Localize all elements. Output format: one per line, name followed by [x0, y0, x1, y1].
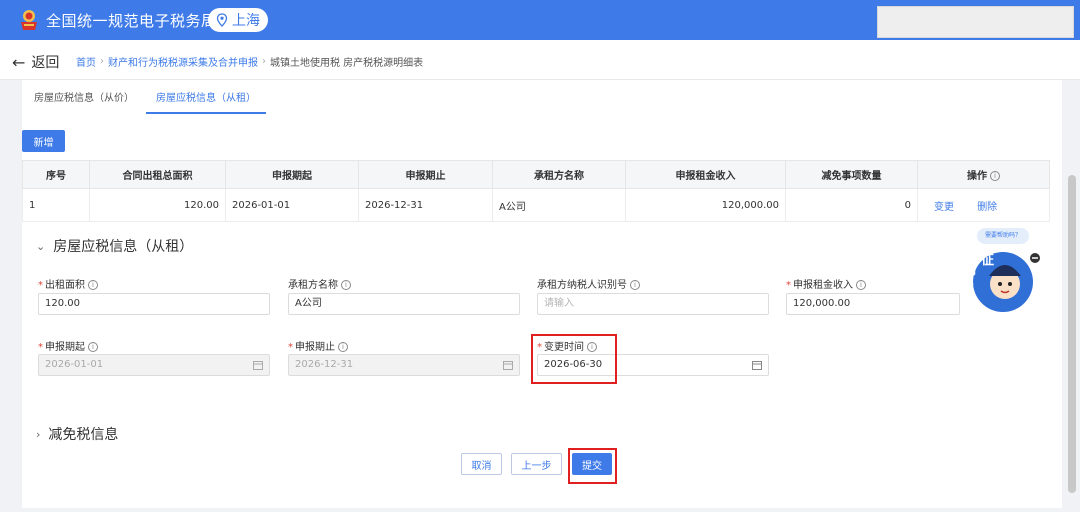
chevron-right-icon: › — [36, 427, 41, 441]
lessee-tax-id-label-text: 承租方纳税人识别号 — [537, 280, 627, 291]
cell-end: 2026-12-31 — [358, 188, 493, 222]
col-end: 申报期止 — [358, 160, 493, 189]
table-row: 1 120.00 2026-01-01 2026-12-31 A公司 120,0… — [22, 188, 1050, 222]
highlight-change-time — [531, 334, 617, 384]
period-start-value: 2026-01-01 — [45, 359, 104, 370]
lessee-name-input[interactable]: A公司 — [288, 293, 520, 315]
lessee-name-label: 承租方名称 i — [288, 276, 351, 291]
breadcrumb-home[interactable]: 首页 — [76, 54, 96, 69]
tab-bar: 房屋应税信息（从价） 房屋应税信息（从租） — [34, 88, 288, 114]
rent-income-label: * 申报租金收入 i — [786, 276, 866, 291]
scrollbar[interactable] — [1068, 175, 1076, 493]
cell-lessee: A公司 — [492, 188, 626, 222]
col-relief: 减免事项数量 — [785, 160, 918, 189]
assistant-char-2: 互 — [961, 283, 974, 298]
col-lessee: 承租方名称 — [492, 160, 626, 189]
rent-area-label-text: 出租面积 — [45, 280, 85, 291]
assistant-mascot-icon[interactable]: 纳 征 互 动 — [955, 228, 1043, 328]
add-button[interactable]: 新增 — [22, 130, 65, 152]
col-actions: 操作 i — [917, 160, 1050, 189]
assistant-char-0: 征 — [981, 252, 994, 268]
arrow-left-icon: ← — [12, 52, 26, 72]
info-icon[interactable]: i — [990, 171, 1000, 181]
region-label: 上海 — [232, 13, 260, 29]
rent-area-input[interactable]: 120.00 — [38, 293, 270, 315]
change-link[interactable]: 变更 — [934, 202, 954, 213]
cancel-button[interactable]: 取消 — [461, 453, 502, 475]
breadcrumb: 首页 › 财产和行为税税源采集及合并申报 › 城镇土地使用税 房产税税源明细表 — [76, 54, 423, 69]
breadcrumb-bar: ← 返回 首页 › 财产和行为税税源采集及合并申报 › 城镇土地使用税 房产税税… — [0, 40, 1080, 80]
table-header-row: 序号 合同出租总面积 申报期起 申报期止 承租方名称 申报租金收入 减免事项数量… — [22, 160, 1050, 189]
location-pin-icon — [216, 13, 228, 27]
tab-rent-by-lease[interactable]: 房屋应税信息（从租） — [146, 88, 266, 114]
period-start-picker[interactable]: 2026-01-01 — [38, 354, 270, 376]
period-end-picker[interactable]: 2026-12-31 — [288, 354, 520, 376]
cell-area: 120.00 — [89, 188, 226, 222]
calendar-icon — [752, 361, 762, 370]
section-lease-header[interactable]: ⌄ 房屋应税信息（从租） — [36, 236, 193, 256]
info-icon[interactable]: i — [88, 280, 98, 290]
cell-relief: 0 — [785, 188, 918, 222]
chevron-down-icon: ⌄ — [36, 239, 46, 253]
app-title: 全国统一规范电子税务局 — [46, 12, 217, 30]
section-relief-title: 减免税信息 — [48, 427, 119, 443]
delete-link[interactable]: 删除 — [977, 202, 997, 213]
col-start: 申报期起 — [225, 160, 359, 189]
cell-index: 1 — [22, 188, 90, 222]
period-end-label-text: 申报期止 — [295, 342, 335, 353]
col-actions-label: 操作 — [967, 171, 987, 182]
period-end-value: 2026-12-31 — [295, 359, 354, 370]
calendar-icon — [253, 361, 263, 370]
rent-income-label-text: 申报租金收入 — [793, 280, 853, 291]
period-end-label: * 申报期止 i — [288, 338, 348, 353]
assistant-char-3: 动 — [969, 301, 982, 316]
chevron-right-icon: › — [262, 56, 266, 67]
top-bar: 全国统一规范电子税务局 上海 — [0, 0, 1080, 40]
info-icon[interactable]: i — [856, 280, 866, 290]
col-index: 序号 — [22, 160, 90, 189]
rent-income-input[interactable]: 120,000.00 — [786, 293, 960, 315]
breadcrumb-current: 城镇土地使用税 房产税税源明细表 — [270, 58, 424, 69]
back-button[interactable]: ← 返回 — [12, 52, 59, 72]
lessee-tax-id-label: 承租方纳税人识别号 i — [537, 276, 640, 291]
breadcrumb-declaration[interactable]: 财产和行为税税源采集及合并申报 — [108, 54, 258, 69]
lease-table: 序号 合同出租总面积 申报期起 申报期止 承租方名称 申报租金收入 减免事项数量… — [22, 160, 1050, 222]
chevron-right-icon: › — [100, 56, 104, 67]
highlight-submit — [568, 448, 617, 484]
col-income: 申报租金收入 — [625, 160, 786, 189]
lessee-tax-id-input[interactable]: 请输入 — [537, 293, 769, 315]
cell-actions: 变更 删除 — [917, 188, 1050, 222]
cell-start: 2026-01-01 — [225, 188, 359, 222]
prev-step-button[interactable]: 上一步 — [511, 453, 562, 475]
period-start-label-text: 申报期起 — [45, 342, 85, 353]
tax-emblem-icon — [21, 10, 37, 30]
section-lease-title: 房屋应税信息（从租） — [53, 239, 194, 255]
info-icon[interactable]: i — [630, 280, 640, 290]
assistant-char-1: 纳 — [963, 262, 976, 278]
col-area: 合同出租总面积 — [89, 160, 226, 189]
back-label: 返回 — [31, 55, 60, 71]
region-selector[interactable]: 上海 — [208, 8, 268, 32]
tab-rent-by-value[interactable]: 房屋应税信息（从价） — [34, 88, 134, 114]
info-icon[interactable]: i — [341, 280, 351, 290]
user-info-box[interactable] — [877, 6, 1074, 38]
lessee-name-label-text: 承租方名称 — [288, 280, 338, 291]
info-icon[interactable]: i — [88, 342, 98, 352]
info-icon[interactable]: i — [338, 342, 348, 352]
period-start-label: * 申报期起 i — [38, 338, 98, 353]
cell-income: 120,000.00 — [625, 188, 786, 222]
calendar-icon — [503, 361, 513, 370]
rent-area-label: * 出租面积 i — [38, 276, 98, 291]
section-relief-header[interactable]: › 减免税信息 — [36, 424, 118, 444]
